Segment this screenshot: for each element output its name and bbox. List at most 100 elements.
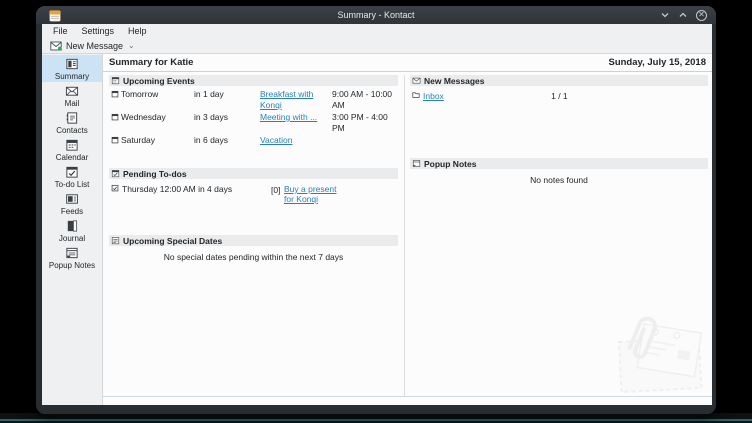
titlebar[interactable]: Summary - Kontact ✕	[36, 6, 716, 24]
toolbar: New Message ⌄	[42, 38, 712, 54]
chevron-down-icon: ⌄	[128, 41, 135, 50]
mail-icon	[65, 84, 79, 98]
popup-notes-icon	[65, 246, 79, 260]
section-title: New Messages	[424, 76, 484, 86]
section-title: Pending To-dos	[123, 169, 187, 179]
special-dates-header[interactable]: Upcoming Special Dates	[109, 235, 398, 246]
sidebar-item-label: Feeds	[61, 207, 83, 216]
new-messages-header[interactable]: New Messages	[410, 75, 708, 86]
event-link[interactable]: Meeting with ...	[260, 112, 332, 123]
popup-notes-icon	[412, 159, 421, 168]
special-dates-empty-text: No special dates pending within the next…	[109, 249, 398, 262]
sidebar-item-label: Popup Notes	[49, 261, 95, 270]
summary-view: Summary for Katie Sunday, July 15, 2018 …	[103, 54, 712, 405]
event-day: Tomorrow	[121, 89, 194, 100]
sidebar-item-label: Journal	[59, 234, 85, 243]
event-link[interactable]: Breakfast with Konqi	[260, 89, 332, 111]
close-button[interactable]: ✕	[696, 10, 707, 21]
popup-notes-header[interactable]: Popup Notes	[410, 158, 708, 169]
left-column: Upcoming Events Tomorrow in 1 day Breakf…	[109, 75, 398, 396]
sidebar-item-journal[interactable]: Journal	[42, 217, 102, 244]
page-title: Summary for Katie	[109, 57, 193, 68]
folder-cell: Inbox	[412, 91, 551, 101]
sidebar-item-label: Contacts	[56, 126, 88, 135]
inbox-link[interactable]: Inbox	[423, 91, 444, 101]
event-row: Tomorrow in 1 day Breakfast with Konqi 9…	[109, 89, 398, 112]
sidebar-item-calendar[interactable]: Calendar	[42, 136, 102, 163]
special-dates-section: Upcoming Special Dates No special dates …	[109, 235, 398, 262]
new-message-button[interactable]: New Message ⌄	[47, 41, 138, 51]
sidebar-item-popup-notes[interactable]: Popup Notes	[42, 244, 102, 271]
column-divider	[404, 75, 405, 396]
menu-bar: File Settings Help	[42, 24, 712, 38]
event-time: 3:00 PM - 4:00 PM	[332, 112, 398, 134]
chevron-down-icon	[660, 11, 670, 19]
sidebar-item-summary[interactable]: Summary	[42, 55, 102, 82]
event-time: 9:00 AM - 10:00 AM	[332, 89, 398, 111]
minimize-button[interactable]	[660, 11, 670, 19]
new-message-label: New Message	[66, 41, 123, 51]
event-day: Saturday	[121, 135, 194, 146]
event-row: Saturday in 6 days Vacation	[109, 135, 398, 148]
menu-help[interactable]: Help	[121, 26, 154, 36]
pending-todos-header[interactable]: Pending To-dos	[109, 168, 398, 179]
window-title: Summary - Kontact	[36, 10, 716, 20]
todo-icon	[111, 184, 119, 195]
calendar-icon	[111, 135, 121, 147]
calendar-icon	[111, 76, 120, 85]
popup-notes-empty-text: No notes found	[410, 172, 708, 185]
event-row: Wednesday in 3 days Meeting with ... 3:0…	[109, 112, 398, 135]
sidebar-item-contacts[interactable]: Contacts	[42, 109, 102, 136]
special-dates-icon	[111, 236, 120, 245]
sidebar-item-label: Calendar	[56, 153, 88, 162]
kontact-watermark	[612, 312, 708, 396]
todo-when-text: Thursday 12:00 AM in 4 days	[122, 184, 232, 195]
sidebar-item-label: To-do List	[55, 180, 90, 189]
sidebar-item-label: Summary	[55, 72, 89, 81]
upcoming-events-section: Upcoming Events Tomorrow in 1 day Breakf…	[109, 75, 398, 148]
maximize-button[interactable]	[678, 11, 688, 19]
main-area: Summary Mail Contacts Calendar	[42, 54, 712, 405]
todo-row: Thursday 12:00 AM in 4 days [0] Buy a pr…	[109, 182, 398, 204]
message-count: 1 / 1	[551, 91, 708, 101]
sidebar-item-label: Mail	[65, 99, 80, 108]
sidebar-item-mail[interactable]: Mail	[42, 82, 102, 109]
header-date: Sunday, July 15, 2018	[608, 57, 706, 68]
window-shadow	[0, 413, 752, 423]
right-column: New Messages Inbox 1 / 1	[410, 75, 708, 396]
mail-icon	[412, 76, 421, 85]
todo-list-icon	[65, 165, 79, 179]
calendar-icon	[111, 89, 121, 101]
window-controls: ✕	[660, 6, 707, 24]
event-relative: in 1 day	[194, 89, 260, 100]
menu-file[interactable]: File	[46, 26, 75, 36]
calendar-icon	[65, 138, 79, 152]
todo-link[interactable]: Buy a present for Konqi	[284, 184, 346, 204]
message-folder-row: Inbox 1 / 1	[410, 89, 708, 101]
feeds-icon	[65, 192, 79, 206]
summary-icon	[65, 57, 79, 71]
sidebar-item-feeds[interactable]: Feeds	[42, 190, 102, 217]
event-day: Wednesday	[121, 112, 194, 123]
sidebar-item-todo-list[interactable]: To-do List	[42, 163, 102, 190]
todo-priority: [0]	[271, 184, 284, 195]
event-relative: in 3 days	[194, 112, 260, 123]
status-bar	[103, 396, 712, 405]
popup-notes-section: Popup Notes No notes found	[410, 158, 708, 185]
todo-when: Thursday 12:00 AM in 4 days	[111, 184, 271, 195]
menu-settings[interactable]: Settings	[75, 26, 122, 36]
chevron-up-icon	[678, 11, 688, 19]
panel-edge-line	[0, 419, 752, 421]
desktop-background: Summary - Kontact ✕ File Settings Help	[0, 0, 752, 423]
window-content: File Settings Help New Message ⌄ Summary	[42, 24, 712, 405]
calendar-icon	[111, 112, 121, 124]
sidebar: Summary Mail Contacts Calendar	[42, 54, 103, 405]
event-link[interactable]: Vacation	[260, 135, 332, 146]
summary-header: Summary for Katie Sunday, July 15, 2018	[103, 54, 712, 72]
todo-list-icon	[111, 169, 120, 178]
section-title: Upcoming Events	[123, 76, 195, 86]
journal-icon	[65, 219, 79, 233]
upcoming-events-header[interactable]: Upcoming Events	[109, 75, 398, 86]
section-title: Upcoming Special Dates	[123, 236, 222, 246]
section-title: Popup Notes	[424, 159, 476, 169]
